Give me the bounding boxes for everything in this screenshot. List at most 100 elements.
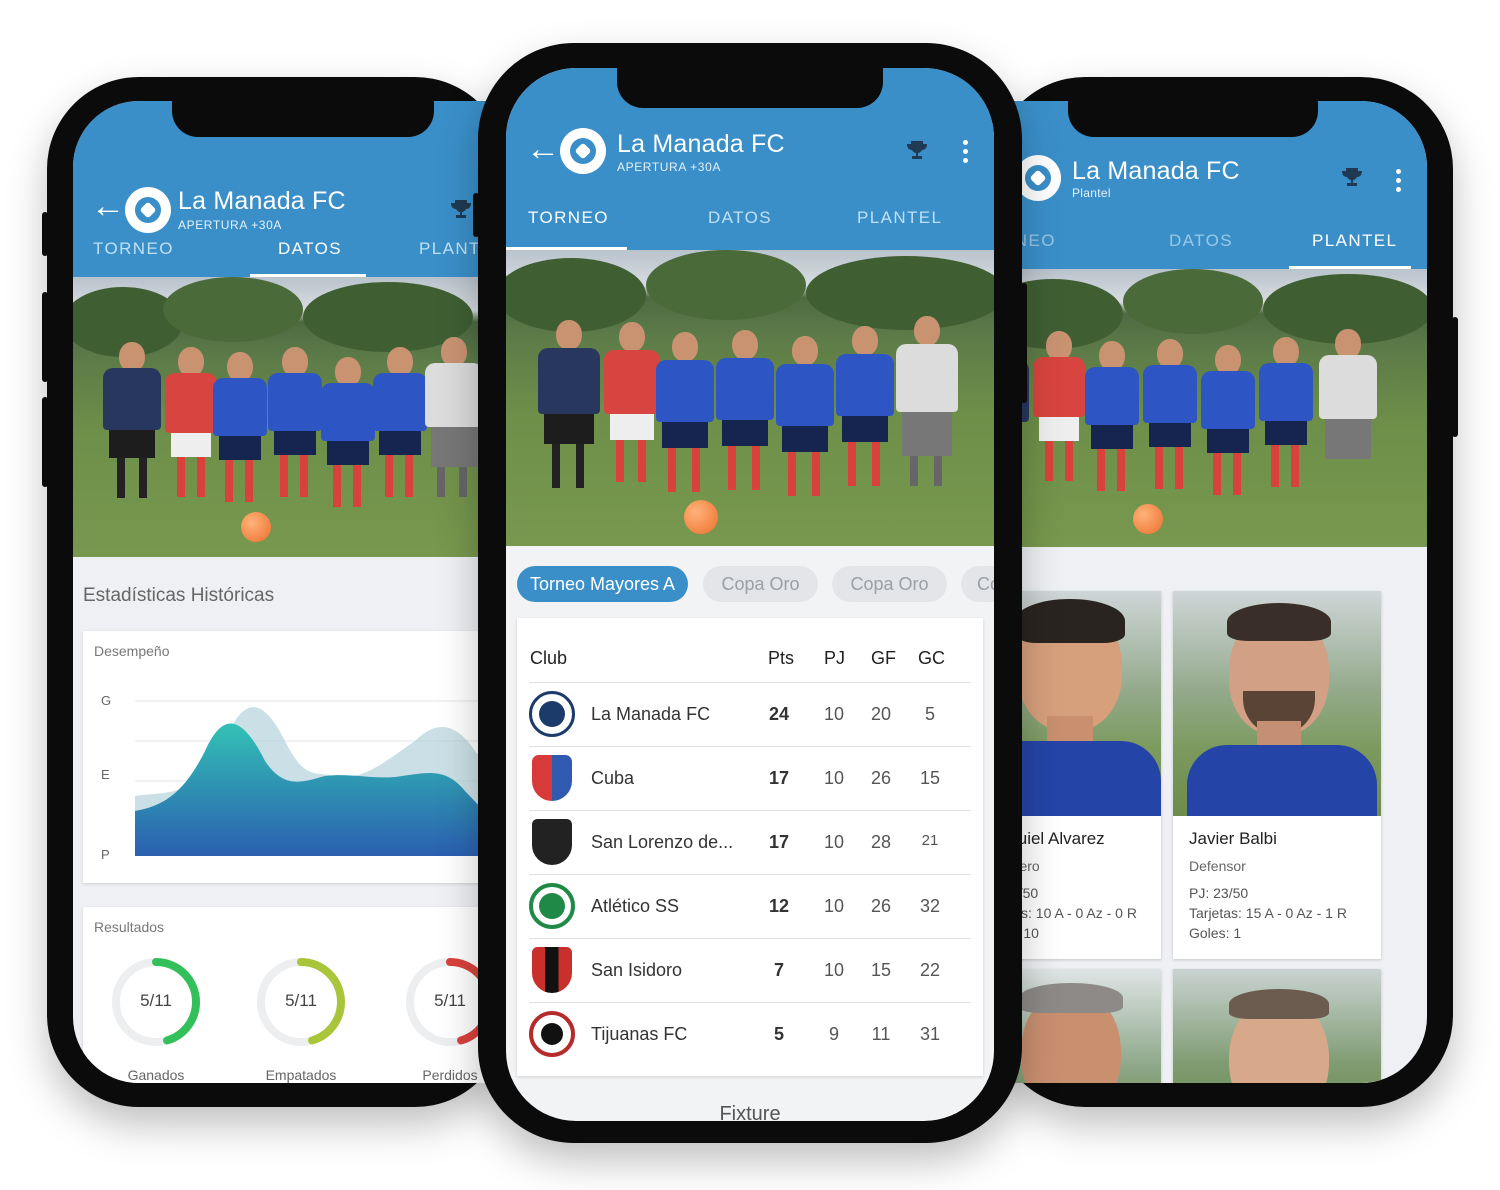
club-goals-against: 15: [919, 768, 941, 788]
player-cards: Tarjetas: 15 A - 0 Az - 1 R: [1189, 905, 1347, 921]
table-row[interactable]: San Isidoro 7 10 15 22: [529, 938, 971, 1002]
club-crest-icon: [532, 947, 572, 993]
axis-label-p: P: [101, 847, 110, 862]
player-card[interactable]: [1173, 969, 1381, 1083]
club-crest-icon: [529, 691, 575, 737]
tab-plantel[interactable]: PLANTEL: [1312, 231, 1397, 251]
performance-chart: [135, 700, 503, 856]
donut-label-empatados: Empatados: [265, 1067, 337, 1083]
player-goals: Goles: 1: [1189, 925, 1242, 941]
column-header-pts: Pts: [768, 648, 795, 668]
club-goals-for: 26: [870, 768, 892, 788]
axis-label-g: G: [101, 693, 112, 708]
club-goals-for: 20: [870, 704, 892, 724]
club-played: 10: [823, 832, 845, 852]
club-name: La Manada FC: [591, 704, 711, 724]
overflow-menu-icon[interactable]: [963, 140, 969, 166]
club-points: 24: [768, 704, 790, 724]
table-row[interactable]: Atlético SS 12 10 26 32: [529, 874, 971, 938]
club-played: 10: [823, 896, 845, 916]
axis-label-e: E: [101, 767, 110, 782]
club-goals-for: 28: [870, 832, 892, 852]
donut-value-ganados: 5/11: [140, 991, 172, 1010]
club-points: 12: [768, 896, 790, 916]
donut-label-ganados: Ganados: [127, 1067, 185, 1083]
team-photo: [73, 277, 507, 557]
tab-datos[interactable]: DATOS: [1169, 231, 1233, 251]
table-row[interactable]: San Lorenzo de... 17 10 28 21: [529, 810, 971, 874]
club-name: Tijuanas FC: [591, 1024, 688, 1044]
table-row[interactable]: La Manada FC 24 10 20 5: [529, 682, 971, 746]
table-row[interactable]: Cuba 17 10 26 15: [529, 746, 971, 810]
club-points: 7: [773, 960, 784, 980]
club-name: San Isidoro: [591, 960, 683, 980]
team-title: La Manada FC: [617, 130, 785, 158]
club-crest-icon: [532, 755, 572, 801]
chip-copa-oro[interactable]: Copa Oro: [832, 566, 947, 602]
chip-copa-oro[interactable]: Copa Oro: [703, 566, 818, 602]
left-screen: ← La Manada FC APERTURA +30A TORNEO DATO…: [73, 101, 507, 1083]
club-crest-icon: [529, 1011, 575, 1057]
phone-notch: [1068, 101, 1318, 137]
tab-plantel[interactable]: PLANTEL: [857, 208, 942, 228]
back-arrow-icon[interactable]: ←: [526, 130, 560, 169]
team-title: La Manada FC: [178, 187, 346, 215]
column-header-gf: GF: [871, 648, 896, 668]
trophy-icon[interactable]: [906, 140, 928, 160]
back-arrow-icon[interactable]: ←: [91, 187, 125, 226]
squad-subtitle: Plantel: [1072, 186, 1111, 200]
phone-side-button: [42, 212, 48, 256]
club-played: 10: [823, 704, 845, 724]
club-goals-against: 5: [924, 704, 935, 724]
club-name: San Lorenzo de...: [591, 832, 734, 852]
team-logo: [560, 128, 606, 174]
tab-datos[interactable]: DATOS: [278, 239, 342, 259]
phone-side-button: [1021, 283, 1027, 403]
middle-screen: ← La Manada FC APERTURA +30A TORNEO DATO…: [506, 68, 994, 1121]
club-goals-against: 32: [919, 896, 941, 916]
tab-torneo[interactable]: TORNEO: [528, 208, 609, 228]
phone-middle: ← La Manada FC APERTURA +30A TORNEO DATO…: [473, 43, 1027, 1143]
club-played: 10: [823, 960, 845, 980]
overflow-menu-icon[interactable]: [1396, 169, 1402, 195]
column-header-club: Club: [530, 648, 568, 668]
club-goals-against: 31: [919, 1024, 941, 1044]
tab-torneo[interactable]: TORNEO: [93, 239, 174, 259]
club-goals-against: 21: [921, 832, 939, 849]
tab-datos[interactable]: DATOS: [708, 208, 772, 228]
club-points: 5: [773, 1024, 784, 1044]
trophy-icon[interactable]: [450, 199, 472, 219]
club-crest-icon: [532, 819, 572, 865]
club-points: 17: [768, 768, 790, 788]
trophy-icon[interactable]: [1341, 167, 1363, 187]
chip-torneo-mayores-a[interactable]: Torneo Mayores A: [517, 566, 688, 602]
column-header-pj: PJ: [824, 648, 846, 668]
phone-side-button: [1452, 317, 1458, 437]
phone-side-button: [42, 397, 48, 487]
player-matches: PJ: 23/50: [1189, 885, 1249, 901]
team-logo: [125, 187, 171, 233]
club-goals-for: 26: [870, 896, 892, 916]
club-points: 17: [768, 832, 790, 852]
donut-value-empatados: 5/11: [285, 991, 317, 1010]
club-goals-for: 11: [871, 1024, 891, 1044]
performance-title: Desempeño: [94, 643, 170, 659]
results-title: Resultados: [94, 919, 165, 935]
fixture-section-title[interactable]: Fixture: [506, 1103, 994, 1121]
club-name: Atlético SS: [591, 896, 680, 916]
table-row[interactable]: Tijuanas FC 5 9 11 31: [529, 1002, 971, 1066]
team-photo: [993, 269, 1427, 547]
team-title: La Manada FC: [1072, 157, 1240, 185]
column-header-gc: GC: [918, 648, 945, 668]
tournament-subtitle: APERTURA +30A: [617, 160, 721, 174]
phone-side-button: [42, 292, 48, 382]
club-crest-icon: [529, 883, 575, 929]
phone-notch: [617, 68, 883, 108]
player-card[interactable]: Javier Balbi Defensor PJ: 23/50 Tarjetas…: [1173, 591, 1381, 959]
chip-more[interactable]: Co: [961, 566, 994, 602]
club-played: 10: [823, 768, 845, 788]
phone-notch: [172, 101, 434, 137]
right-screen: La Manada FC Plantel TORNEO DATOS PLANTE…: [993, 101, 1427, 1083]
club-played: 9: [828, 1024, 839, 1044]
player-name: Javier Balbi: [1189, 829, 1277, 848]
